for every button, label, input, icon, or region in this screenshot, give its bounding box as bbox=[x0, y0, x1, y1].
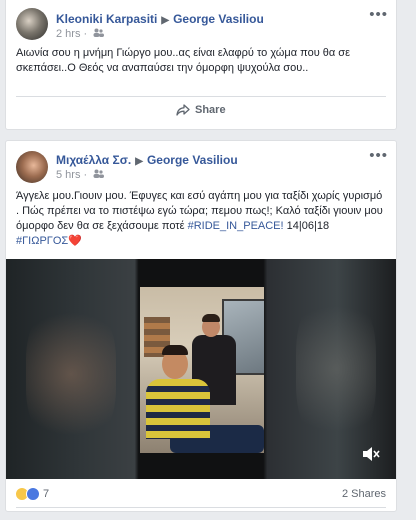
avatar[interactable] bbox=[16, 8, 48, 40]
reaction-count: 7 bbox=[43, 488, 50, 500]
hashtag-ride-in-peace[interactable]: #RIDE_IN_PEACE! bbox=[188, 220, 284, 232]
like-reaction-icon bbox=[26, 487, 40, 501]
heart-emoji: ❤️ bbox=[68, 235, 82, 247]
post-kleoniki: Kleoniki Karpasiti ▶ George Vasiliou 2 hrs… bbox=[5, 0, 397, 130]
avatar[interactable] bbox=[16, 151, 48, 183]
author-link[interactable]: Kleoniki Karpasiti bbox=[56, 12, 157, 26]
post-text: Αιωνία σου η μνήμη Γιώργο μου..ας είναι … bbox=[16, 47, 350, 74]
right-arrow-icon: ▶ bbox=[135, 156, 143, 167]
post-meta: 5 hrs · bbox=[56, 169, 105, 181]
video-blur-background bbox=[26, 299, 116, 449]
scene-person bbox=[146, 379, 210, 439]
timestamp[interactable]: 5 hrs bbox=[56, 169, 80, 181]
target-link[interactable]: George Vasiliou bbox=[147, 153, 238, 167]
post-date: 14|06|18 bbox=[283, 220, 330, 232]
scene-person-hair bbox=[202, 314, 220, 322]
divider bbox=[16, 96, 386, 97]
video-player[interactable] bbox=[6, 259, 396, 479]
scene-person-hair bbox=[162, 345, 188, 355]
post-meta: 2 hrs · bbox=[56, 28, 105, 40]
post-header: Kleoniki Karpasiti ▶ George Vasiliou bbox=[56, 12, 264, 26]
right-arrow-icon: ▶ bbox=[161, 15, 170, 26]
share-button[interactable]: Share bbox=[176, 104, 226, 116]
post-header: Μιχαέλλα Σσ. ▶ George Vasiliou bbox=[56, 153, 238, 167]
shares-count[interactable]: 2 Shares bbox=[342, 488, 386, 500]
divider bbox=[16, 507, 386, 508]
hashtag-giorgos[interactable]: #ΓΙΩΡΓΟΣ bbox=[16, 235, 68, 247]
video-frame bbox=[140, 287, 264, 453]
video-blur-background bbox=[296, 289, 376, 449]
timestamp[interactable]: 2 hrs bbox=[56, 28, 80, 40]
more-options-icon[interactable]: ••• bbox=[369, 148, 388, 163]
share-label: Share bbox=[195, 104, 226, 116]
share-icon bbox=[176, 104, 190, 116]
more-options-icon[interactable]: ••• bbox=[369, 7, 388, 22]
target-link[interactable]: George Vasiliou bbox=[173, 12, 264, 26]
friends-icon bbox=[93, 169, 105, 181]
post-michaella: Μιχαέλλα Σσ. ▶ George Vasiliou 5 hrs · •••… bbox=[5, 140, 397, 512]
volume-muted-icon[interactable] bbox=[362, 446, 380, 465]
post-text: Άγγελε μου.Γιουιν μου. Έφυγες και εσύ αγ… bbox=[16, 189, 384, 249]
author-link[interactable]: Μιχαέλλα Σσ. bbox=[56, 153, 131, 167]
friends-icon bbox=[93, 28, 105, 40]
